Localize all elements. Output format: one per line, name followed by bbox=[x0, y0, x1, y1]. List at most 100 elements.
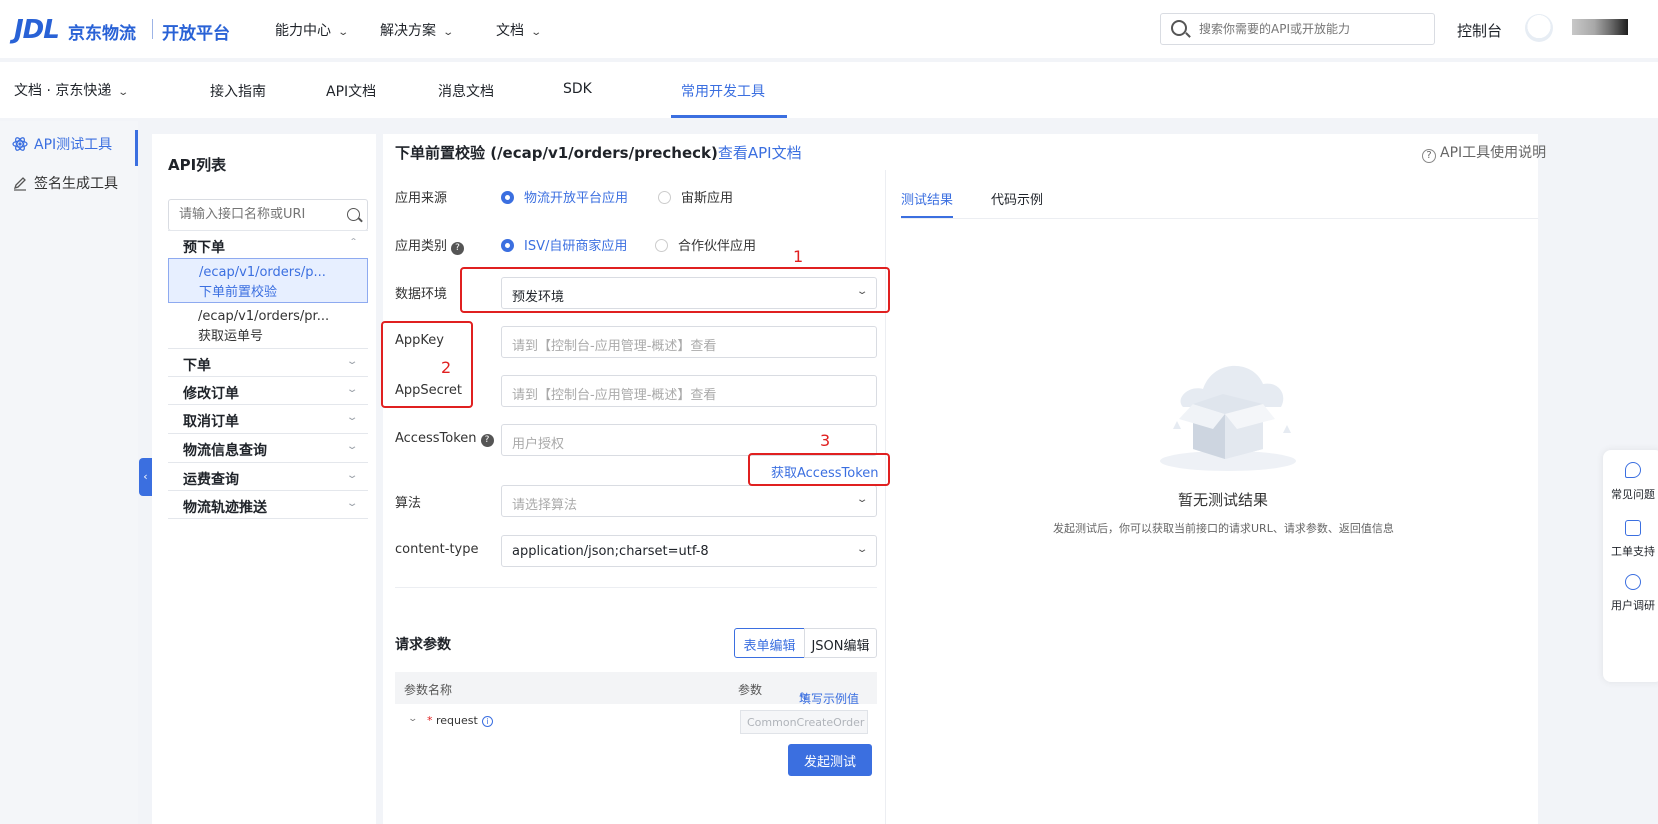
api-group-track-push[interactable]: 物流轨迹推送 ⌄ bbox=[168, 490, 368, 519]
api-item-precheck[interactable]: /ecap/v1/orders/p... 下单前置校验 bbox=[168, 258, 368, 303]
start-test-button[interactable]: 发起测试 bbox=[788, 744, 872, 776]
global-search[interactable] bbox=[1160, 13, 1435, 45]
platform-name[interactable]: 开放平台 bbox=[162, 19, 230, 44]
annotation-label-1: 1 bbox=[793, 247, 804, 266]
chevron-up-icon: ˆ bbox=[349, 238, 358, 249]
search-icon[interactable] bbox=[347, 208, 360, 221]
appsecret-input[interactable]: 请到【控制台-应用管理-概述】查看 bbox=[501, 375, 877, 407]
appkey-input[interactable]: 请到【控制台-应用管理-概述】查看 bbox=[501, 326, 877, 358]
annotation-label-2: 2 bbox=[441, 358, 452, 377]
param-value-input[interactable]: CommonCreateOrder bbox=[740, 710, 868, 734]
tab-api-docs[interactable]: API文档 bbox=[326, 81, 376, 101]
active-tab-indicator bbox=[671, 115, 787, 118]
collapse-panel-icon[interactable]: ‹ bbox=[139, 458, 152, 496]
api-search[interactable] bbox=[168, 199, 368, 231]
annotation-box-token-link bbox=[748, 453, 890, 486]
logo-divider bbox=[152, 19, 153, 39]
tab-code-examples[interactable]: 代码示例 bbox=[991, 189, 1043, 208]
sidebar-item-sign-tool[interactable]: 签名生成工具 bbox=[12, 173, 118, 193]
env-label: 数据环境 bbox=[395, 287, 448, 302]
chevron-down-icon: ⌄ bbox=[345, 498, 359, 509]
atom-icon bbox=[12, 137, 28, 151]
api-list-panel: API列表 预下单ˆ /ecap/v1/orders/p... 下单前置校验 /… bbox=[152, 134, 376, 824]
chevron-down-icon: ⌄ bbox=[855, 494, 869, 505]
api-list-title: API列表 bbox=[168, 156, 227, 174]
sidebar-active-indicator bbox=[135, 130, 138, 166]
chevron-down-icon: ⌄ bbox=[442, 27, 455, 38]
request-params-title: 请求参数 bbox=[395, 637, 451, 653]
console-link[interactable]: 控制台 bbox=[1457, 20, 1502, 41]
empty-box-icon bbox=[1160, 365, 1296, 471]
empty-results-title: 暂无测试结果 bbox=[1178, 491, 1269, 509]
avatar[interactable] bbox=[1525, 14, 1553, 42]
dock-survey[interactable]: 用户调研 bbox=[1611, 597, 1655, 613]
empty-results-desc: 发起测试后，你可以获取当前接口的请求URL、请求参数、返回值信息 bbox=[1053, 522, 1394, 535]
tab-access-guide[interactable]: 接入指南 bbox=[210, 81, 266, 101]
tab-sdk[interactable]: SDK bbox=[563, 81, 592, 97]
nav-docs[interactable]: 文档 ⌄ bbox=[496, 20, 543, 40]
api-title: 下单前置校验 (/ecap/v1/orders/precheck)查看API文档 bbox=[395, 144, 802, 162]
radio-partner-app[interactable]: 合作伙伴应用 bbox=[655, 235, 756, 254]
tab-dev-tools[interactable]: 常用开发工具 bbox=[681, 81, 765, 101]
algorithm-select[interactable]: 请选择算法 ⌄ bbox=[501, 485, 877, 517]
chevron-down-icon: ⌄ bbox=[345, 356, 359, 367]
username-redacted[interactable] bbox=[1572, 19, 1628, 35]
view-api-doc-link[interactable]: 查看API文档 bbox=[718, 144, 802, 162]
doc-subnav: 文档 · 京东快递 ⌄ 接入指南 API文档 消息文档 SDK 常用开发工具 bbox=[0, 62, 1658, 118]
api-group-modify-order[interactable]: 修改订单 ⌄ bbox=[168, 376, 368, 404]
brand-name[interactable]: 京东物流 bbox=[68, 19, 136, 44]
radio-isv-app[interactable]: ISV/自研商家应用 bbox=[501, 235, 627, 254]
dock-ticket[interactable]: 工单支持 bbox=[1611, 543, 1655, 559]
dock-faq[interactable]: 常见问题 bbox=[1611, 486, 1655, 502]
pen-icon bbox=[13, 177, 26, 191]
chevron-down-icon[interactable]: ⌄ bbox=[407, 714, 418, 724]
radio-zeus-app[interactable]: 宙斯应用 bbox=[658, 187, 733, 206]
nav-capability-center[interactable]: 能力中心 ⌄ bbox=[275, 20, 350, 40]
annotation-box-credentials bbox=[381, 321, 473, 408]
sidebar-item-api-test[interactable]: API测试工具 bbox=[12, 134, 112, 154]
nav-solutions[interactable]: 解决方案 ⌄ bbox=[380, 20, 455, 40]
access-token-label: AccessToken? bbox=[395, 431, 494, 447]
tool-help-link[interactable]: ? API工具使用说明 bbox=[1422, 142, 1546, 163]
global-search-input[interactable] bbox=[1199, 20, 1424, 38]
info-icon[interactable]: i bbox=[481, 716, 493, 727]
help-icon[interactable]: ? bbox=[451, 242, 465, 255]
json-edit-toggle[interactable]: JSON编辑 bbox=[804, 628, 877, 658]
api-item-get-waybill[interactable]: /ecap/v1/orders/pr... 获取运单号 bbox=[168, 303, 368, 348]
col-param-value: 参数 bbox=[738, 683, 763, 697]
help-icon[interactable]: ? bbox=[480, 434, 494, 447]
table-row: ⌄ * request i CommonCreateOrder bbox=[395, 706, 877, 736]
api-group-pre-order[interactable]: 预下单 ˆ bbox=[168, 230, 368, 258]
jdl-logo[interactable]: JDL bbox=[14, 15, 60, 45]
api-search-input[interactable] bbox=[179, 207, 339, 222]
annotation-box-env bbox=[460, 267, 890, 313]
top-header: JDL 京东物流 开放平台 能力中心⌄ 解决方案⌄ 文档⌄ 控制台 bbox=[0, 0, 1658, 58]
chevron-down-icon: ⌄ bbox=[530, 27, 543, 38]
tab-message-docs[interactable]: 消息文档 bbox=[438, 81, 494, 101]
api-test-panel: 下单前置校验 (/ecap/v1/orders/precheck)查看API文档… bbox=[383, 134, 1546, 824]
content-type-label: content-type bbox=[395, 542, 479, 557]
breadcrumb[interactable]: 文档 · 京东快递 ⌄ bbox=[14, 80, 129, 100]
form-edit-toggle[interactable]: 表单编辑 bbox=[734, 628, 805, 658]
chevron-down-icon: ⌄ bbox=[345, 470, 359, 481]
form-divider bbox=[395, 587, 877, 588]
faq-icon[interactable] bbox=[1625, 462, 1641, 478]
survey-icon[interactable] bbox=[1625, 574, 1641, 590]
chevron-down-icon: ⌄ bbox=[337, 27, 350, 38]
tool-sidebar: API测试工具 签名生成工具 bbox=[0, 121, 138, 824]
api-group-order[interactable]: 下单 ⌄ bbox=[168, 348, 368, 376]
search-icon[interactable] bbox=[1171, 20, 1187, 36]
api-group-freight-query[interactable]: 运费查询 ⌄ bbox=[168, 462, 368, 490]
radio-logistics-platform-app[interactable]: 物流开放平台应用 bbox=[501, 187, 628, 206]
chevron-down-icon: ⌄ bbox=[345, 412, 359, 423]
param-name: request bbox=[436, 714, 478, 727]
api-group-cancel-order[interactable]: 取消订单 ⌄ bbox=[168, 404, 368, 432]
chevron-down-icon: ⌄ bbox=[855, 544, 869, 555]
results-divider bbox=[901, 218, 1538, 219]
chevron-down-icon: ⌄ bbox=[345, 441, 359, 452]
ticket-icon[interactable] bbox=[1625, 520, 1641, 536]
api-group-logistics-query[interactable]: 物流信息查询 ⌄ bbox=[168, 433, 368, 461]
content-type-select[interactable]: application/json;charset=utf-8 ⌄ bbox=[501, 535, 877, 567]
algorithm-label: 算法 bbox=[395, 496, 422, 511]
tab-test-results[interactable]: 测试结果 bbox=[901, 189, 953, 208]
